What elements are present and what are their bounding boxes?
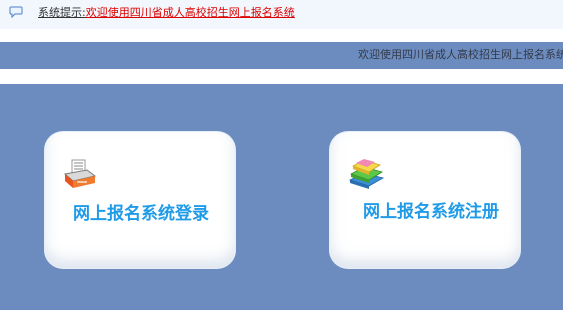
notice-label: 系统提示:	[38, 6, 86, 19]
marquee-text: 欢迎使用四川省成人高校招生网上报名系统	[358, 48, 563, 61]
speech-bubble-icon	[9, 6, 23, 19]
marquee-strip: 欢迎使用四川省成人高校招生网上报名系统	[0, 42, 563, 69]
notice-bar: 系统提示:欢迎使用四川省成人高校招生网上报名系统	[0, 0, 563, 29]
spacer	[0, 69, 563, 84]
system-notice[interactable]: 系统提示:欢迎使用四川省成人高校招生网上报名系统	[38, 6, 295, 20]
register-card[interactable]: 网上报名系统注册	[330, 132, 520, 268]
books-icon	[348, 159, 385, 189]
login-card[interactable]: 网上报名系统登录	[45, 132, 235, 268]
spacer	[0, 29, 563, 42]
printer-icon	[63, 159, 97, 188]
login-title[interactable]: 网上报名系统登录	[73, 204, 209, 224]
notice-text[interactable]: 欢迎使用四川省成人高校招生网上报名系统	[86, 6, 295, 19]
register-title[interactable]: 网上报名系统注册	[363, 202, 499, 222]
main-area: 网上报名系统登录 网上报名系统注册	[0, 84, 563, 310]
